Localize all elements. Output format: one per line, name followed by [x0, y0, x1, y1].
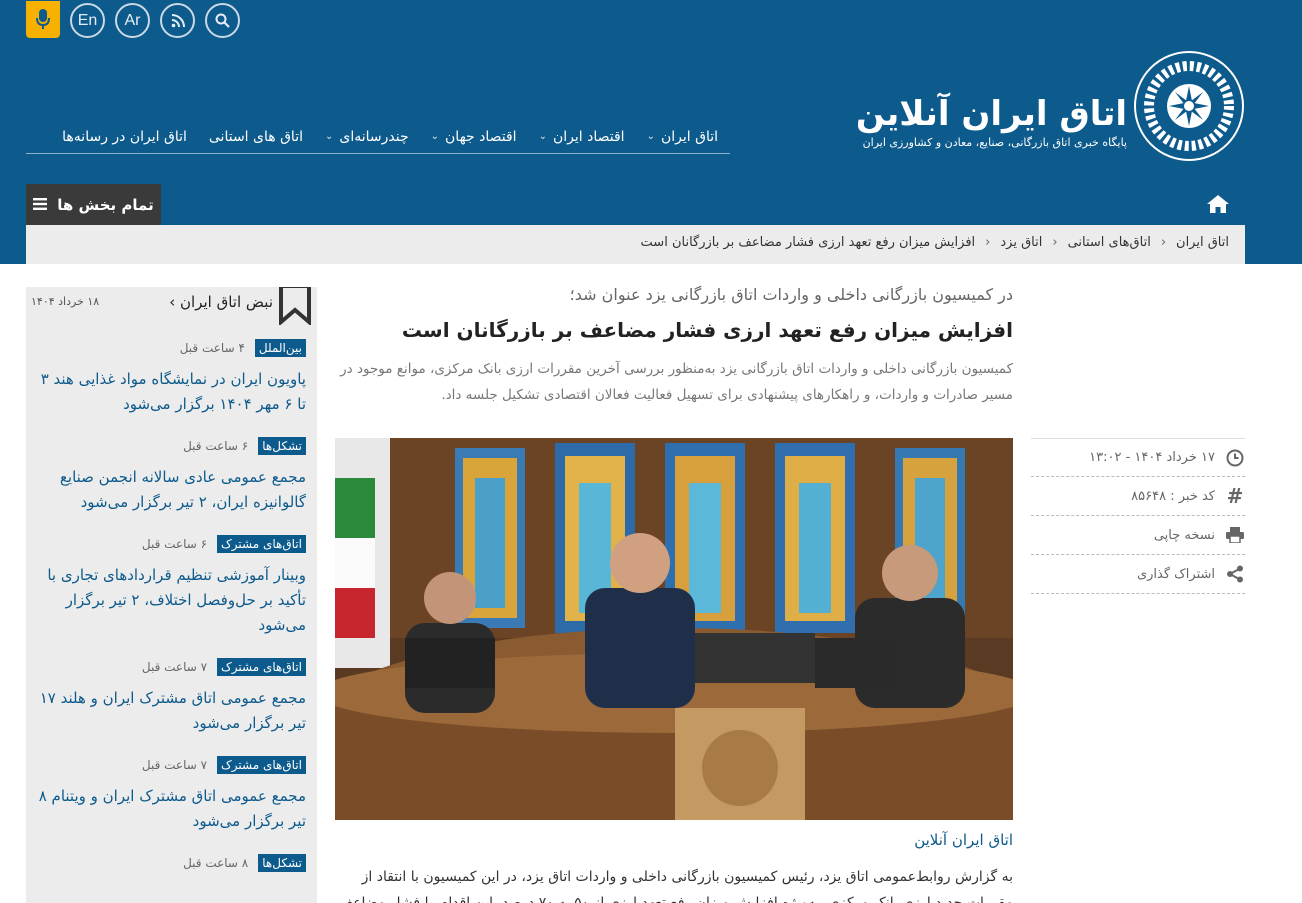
sidebar-header: نبض اتاق ایران › ۱۸ خرداد ۱۴۰۴ — [26, 287, 317, 337]
article-header: در کمیسیون بازرگانی داخلی و واردات اتاق … — [335, 285, 1013, 408]
breadcrumb: اتاق ایران ‹ اتاق‌های استانی ‹ اتاق یزد … — [641, 235, 1229, 250]
meta-share[interactable]: اشتراک گذاری — [1031, 555, 1245, 594]
home-icon[interactable] — [1200, 186, 1236, 222]
time-ago: ۶ ساعت قبل — [183, 439, 249, 453]
sidebar-date: ۱۸ خرداد ۱۴۰۴ — [31, 295, 100, 308]
nav-item-label: چندرسانه‌ای — [339, 128, 409, 145]
category-tag[interactable]: بین‌الملل — [254, 339, 306, 357]
chevron-left-icon: ‹ — [985, 235, 991, 250]
list-item[interactable]: اتاق‌های مشترک ۷ ساعت قبل مجمع عمومی اتاق… — [26, 656, 317, 736]
article-body: به گزارش روابط‌عمومی اتاق یزد، رئیس کمیس… — [338, 869, 1013, 903]
hashtag-icon: # — [1226, 484, 1244, 508]
nav-item-iran-chamber[interactable]: اتاق ایران ⌄ — [647, 129, 718, 145]
rss-icon[interactable] — [160, 3, 195, 38]
sidebar-title-text: نبض اتاق ایران — [180, 293, 273, 311]
all-sections-button[interactable]: تمام بخش ها — [26, 184, 161, 225]
breadcrumb-item[interactable]: اتاق‌های استانی — [1068, 235, 1151, 250]
nav-item-label: اتاق ایران در رسانه‌ها — [62, 128, 187, 145]
category-tag[interactable]: اتاق‌های مشترک — [217, 658, 306, 676]
chevron-down-icon: ⌄ — [430, 131, 440, 142]
article-photo — [335, 438, 1013, 820]
section-bar — [26, 184, 1245, 225]
time-ago: ۴ ساعت قبل — [179, 341, 245, 355]
chamber-emblem-icon — [1134, 51, 1244, 161]
breadcrumb-current: افزایش میزان رفع تعهد ارزی فشار مضاعف بر… — [640, 235, 976, 250]
nav-item-label: اتاق ایران — [660, 128, 718, 145]
article-source[interactable]: اتاق ایران آنلاین — [335, 831, 1013, 849]
category-tag[interactable]: اتاق‌های مشترک — [217, 535, 306, 553]
article-lead: در کمیسیون بازرگانی داخلی و واردات اتاق … — [569, 285, 1013, 304]
chevron-right-icon: › — [169, 293, 176, 311]
chevron-left-icon: ‹ — [1160, 235, 1167, 250]
hamburger-icon — [33, 196, 48, 214]
top-utility-bar: En Ar — [26, 0, 240, 38]
breadcrumb-bar: اتاق ایران ‹ اتاق‌های استانی ‹ اتاق یزد … — [26, 225, 1245, 264]
logo-subtitle: پایگاه خبری اتاق بازرگانی، صنایع، معادن … — [862, 136, 1127, 149]
logo-title: اتاق ایران آنلاین — [855, 94, 1127, 134]
meta-code-text: کد خبر : ۸۵۶۴۸ — [1131, 488, 1215, 504]
meta-date: ۱۷ خرداد ۱۴۰۴ - ۱۳:۰۲ — [1031, 438, 1245, 477]
article-summary: کمیسیون بازرگانی داخلی و واردات اتاق باز… — [340, 361, 1013, 403]
list-item[interactable]: اتاق‌های مشترک ۶ ساعت قبل وبینار آموزشی ت… — [26, 533, 317, 638]
time-ago: ۷ ساعت قبل — [141, 660, 208, 674]
bookmark-icon — [279, 287, 311, 325]
news-title-link[interactable]: مجمع عمومی اتاق مشترک ایران و هلند ۱۷ تی… — [34, 686, 306, 736]
all-sections-label: تمام بخش ها — [57, 195, 154, 214]
news-title-link[interactable]: مجمع عمومی اتاق مشترک ایران و ویتنام ۸ ت… — [34, 784, 306, 834]
breadcrumb-item[interactable]: اتاق ایران — [1176, 235, 1229, 250]
search-icon[interactable] — [205, 3, 240, 38]
language-ar-button[interactable]: Ar — [115, 3, 150, 38]
category-tag[interactable]: تشکل‌ها — [258, 437, 306, 455]
language-en-button[interactable]: En — [70, 3, 105, 38]
news-title-link[interactable]: پاویون ایران در نمایشگاه مواد غذایی هند … — [34, 367, 306, 417]
sidebar-title[interactable]: نبض اتاق ایران › — [169, 293, 273, 311]
nav-item-in-media[interactable]: اتاق ایران در رسانه‌ها — [62, 129, 187, 145]
site-logo[interactable]: اتاق ایران آنلاین پایگاه خبری اتاق بازرگ… — [856, 50, 1245, 161]
meta-share-text: اشتراک گذاری — [1136, 566, 1215, 582]
nav-item-label: اتاق های استانی — [208, 128, 303, 145]
time-ago: ۸ ساعت قبل — [183, 856, 249, 870]
chevron-left-icon: ‹ — [1052, 235, 1058, 250]
list-item[interactable]: تشکل‌ها ۶ ساعت قبل مجمع عمومی عادی سالانه… — [26, 435, 317, 515]
meta-date-text: ۱۷ خرداد ۱۴۰۴ - ۱۳:۰۲ — [1089, 450, 1215, 465]
nav-item-provincial-chambers[interactable]: اتاق های استانی — [209, 129, 303, 145]
time-ago: ۷ ساعت قبل — [141, 758, 208, 772]
nav-item-iran-economy[interactable]: اقتصاد ایران ⌄ — [539, 129, 625, 145]
nav-item-multimedia[interactable]: چندرسانه‌ای ⌄ — [325, 129, 409, 145]
category-tag[interactable]: تشکل‌ها — [258, 854, 306, 872]
list-item[interactable]: تشکل‌ها ۸ ساعت قبل — [26, 852, 317, 874]
chevron-down-icon: ⌄ — [538, 131, 547, 142]
meta-print[interactable]: نسخه چاپی — [1031, 516, 1245, 555]
nav-item-label: اقتصاد ایران — [552, 128, 625, 145]
main-navigation: اتاق ایران ⌄ اقتصاد ایران ⌄ اقتصاد جهان ⌄ چ… — [26, 120, 730, 154]
printer-icon — [1225, 525, 1245, 545]
microphone-icon[interactable] — [26, 0, 60, 38]
article-title: افزایش میزان رفع تعهد ارزی فشار مضاعف بر… — [401, 318, 1013, 342]
news-title-link[interactable]: وبینار آموزشی تنظیم قراردادهای تجاری با … — [34, 563, 306, 638]
chevron-down-icon: ⌄ — [325, 131, 334, 142]
meta-print-text: نسخه چاپی — [1153, 527, 1215, 543]
meta-code: # کد خبر : ۸۵۶۴۸ — [1031, 477, 1245, 516]
nav-item-label: اقتصاد جهان — [445, 128, 517, 145]
list-item[interactable]: بین‌الملل ۴ ساعت قبل پاویون ایران در نمای… — [26, 337, 317, 417]
breadcrumb-item[interactable]: اتاق یزد — [1000, 235, 1042, 250]
article-meta: ۱۷ خرداد ۱۴۰۴ - ۱۳:۰۲ # کد خبر : ۸۵۶۴۸ ن… — [1031, 438, 1245, 594]
time-ago: ۶ ساعت قبل — [141, 537, 208, 551]
news-title-link[interactable]: مجمع عمومی عادی سالانه انجمن صنایع گالوا… — [34, 465, 306, 515]
news-pulse-sidebar: نبض اتاق ایران › ۱۸ خرداد ۱۴۰۴ بین‌الملل… — [26, 287, 317, 903]
nav-item-world-economy[interactable]: اقتصاد جهان ⌄ — [431, 129, 517, 145]
share-icon — [1225, 564, 1245, 584]
clock-icon — [1225, 448, 1245, 468]
list-item[interactable]: اتاق‌های مشترک ۷ ساعت قبل مجمع عمومی اتاق… — [26, 754, 317, 834]
category-tag[interactable]: اتاق‌های مشترک — [217, 756, 306, 774]
chevron-down-icon: ⌄ — [646, 131, 655, 142]
